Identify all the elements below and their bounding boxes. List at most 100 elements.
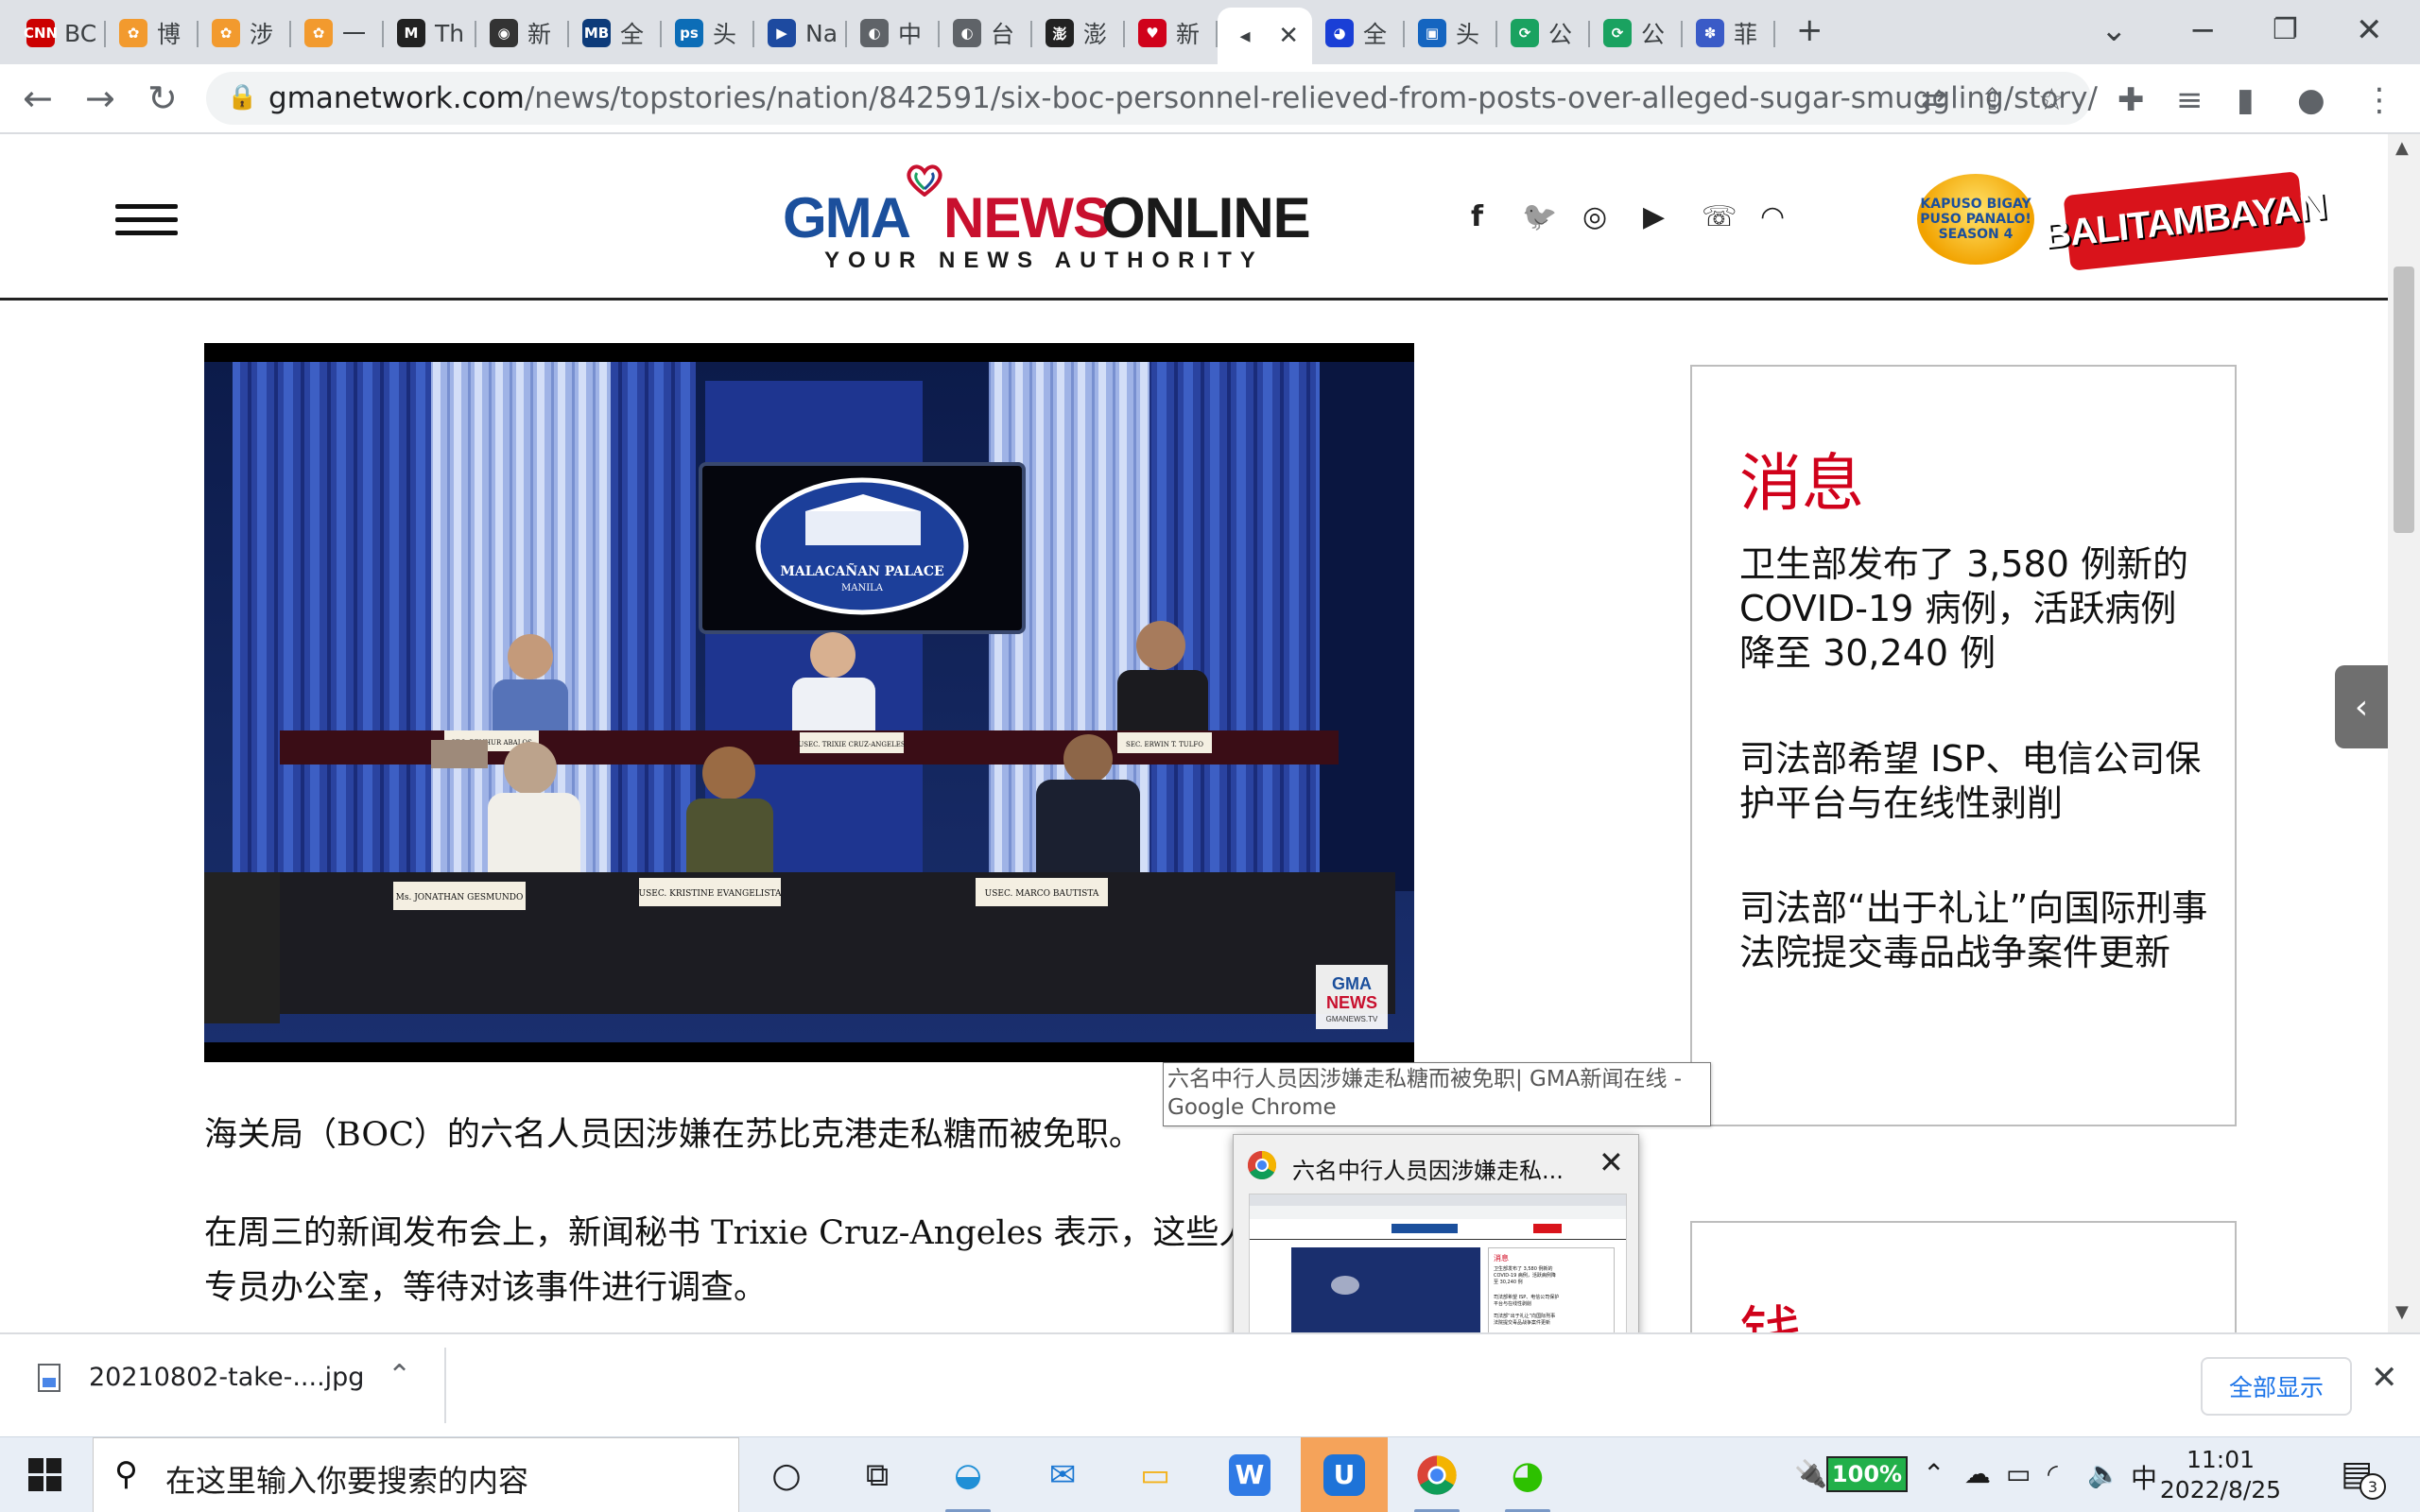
browser-tab[interactable]: ✿ 博 <box>106 9 199 57</box>
sidebar-news-link[interactable]: 司法部希望 ISP、电信公司保护平台与在线性剥削 <box>1739 737 2212 826</box>
wechat-app-icon[interactable]: ◕ <box>1497 1447 1558 1512</box>
preview-mini-heading: 消息 <box>1494 1254 1509 1263</box>
show-all-downloads-button[interactable]: 全部显示 <box>2201 1357 2352 1416</box>
video-player[interactable]: MALACAÑAN PALACE MANILA SEC. BENHUR ABAL… <box>204 343 1414 1062</box>
media-control-icon[interactable]: ≡ <box>2176 81 2204 119</box>
address-bar[interactable]: 🔒 gmanetwork.com/news/topstories/nation/… <box>206 72 2098 125</box>
close-download-shelf-icon[interactable]: ✕ <box>2371 1359 2398 1397</box>
wps-writer-icon[interactable]: W <box>1219 1447 1280 1503</box>
page-scrollbar[interactable]: ▲ ▼ <box>2388 134 2420 1332</box>
tab-close-icon[interactable]: ✕ <box>1278 22 1299 50</box>
system-clock[interactable]: 11:01 2022/8/25 <box>2159 1445 2282 1505</box>
battery-tray-icon[interactable]: ▭ <box>2006 1458 2031 1489</box>
edge-app-icon[interactable]: ◒ <box>938 1447 998 1512</box>
show-hidden-icons-chevron-icon[interactable]: ⌃ <box>1923 1458 1945 1489</box>
tab-favicon-icon: M <box>397 19 425 47</box>
reload-button[interactable]: ↻ <box>147 77 178 119</box>
uc-browser-icon[interactable]: U <box>1301 1437 1388 1512</box>
cortana-icon[interactable]: ○ <box>756 1447 817 1503</box>
mail-app-icon[interactable]: ✉ <box>1032 1447 1093 1503</box>
windows-start-icon[interactable] <box>28 1458 62 1492</box>
article-paragraph-2-line-1: 在周三的新闻发布会上，新闻秘书 Trixie Cruz-Angeles 表示，这… <box>204 1214 1253 1252</box>
browser-tab[interactable]: ✿ 涉 <box>199 9 291 57</box>
task-view-icon[interactable]: ⧉ <box>847 1447 908 1503</box>
tab-favicon-icon: ▣ <box>1418 19 1446 47</box>
youtube-icon[interactable]: ▶ <box>1643 200 1665 233</box>
close-window-button[interactable]: ✕ <box>2356 11 2383 49</box>
onedrive-cloud-icon[interactable]: ☁ <box>1964 1458 1991 1489</box>
translate-icon[interactable]: ⇄ <box>1921 81 1946 117</box>
browser-tab[interactable]: ♥ 新 <box>1125 9 1218 57</box>
wifi-icon[interactable]: ◜ <box>2048 1458 2058 1489</box>
browser-tab[interactable]: ⟳ 公 <box>1497 9 1590 57</box>
browser-tab[interactable]: ▶ Na <box>754 9 847 57</box>
taskbar-search-input[interactable]: ⚲ 在这里输入你要搜索的内容 <box>93 1437 739 1512</box>
rss-icon[interactable]: ◠ <box>1760 200 1785 233</box>
facebook-icon[interactable]: f <box>1471 200 1483 233</box>
tab-title: 涉 <box>250 21 274 48</box>
download-item[interactable]: 20210802-take-....jpg <box>38 1363 364 1392</box>
browser-tab[interactable]: ⟳ 公 <box>1590 9 1683 57</box>
volume-icon[interactable]: 🔈 <box>2087 1458 2120 1489</box>
gma-news-logo[interactable]: GMA NEWS ONLINE YOUR NEWS AUTHORITY <box>783 164 1312 276</box>
new-tab-button[interactable]: + <box>1796 11 1824 49</box>
side-panel-icon[interactable]: ▮ <box>2237 81 2255 119</box>
restore-button[interactable]: ❐ <box>2273 13 2298 46</box>
minimize-button[interactable]: − <box>2189 11 2217 49</box>
extensions-icon[interactable]: ✚ <box>2118 81 2145 119</box>
tab-title: 公 <box>1641 21 1666 48</box>
tab-title: 全 <box>620 21 645 48</box>
scroll-up-arrow-icon[interactable]: ▲ <box>2395 138 2409 158</box>
share-icon[interactable]: ⇪ <box>1979 81 2005 117</box>
logo-online: ONLINE <box>1101 186 1311 249</box>
preview-close-icon[interactable]: ✕ <box>1599 1144 1624 1180</box>
side-drawer-chevron-left-icon[interactable]: ‹ <box>2335 665 2388 748</box>
power-plug-icon[interactable]: 🔌 <box>1794 1458 1827 1489</box>
browser-tab[interactable]: ps 头 <box>662 9 754 57</box>
kapuso-promo-badge[interactable]: KAPUSO BIGAY PUSO PANALO! SEASON 4 <box>1917 174 2034 265</box>
logo-gma: GMA <box>783 186 911 249</box>
nameplate-3: SEC. ERWIN T. TULFO <box>1126 741 1203 748</box>
browser-tab[interactable]: ◕ 全 <box>1312 9 1405 57</box>
menu-icon[interactable] <box>115 204 178 236</box>
tab-title: 菲 <box>1734 21 1758 48</box>
preview-mini-item: 司法部“出于礼让”向国际刑事法院提交毒品战争案件更新 <box>1494 1314 1556 1326</box>
browser-tab[interactable]: ✽ 菲 <box>1683 9 1775 57</box>
browser-tab[interactable]: CNN BC <box>13 9 106 57</box>
balitambayan-logo[interactable]: BALITAMBAYAN <box>2042 171 2327 271</box>
scroll-down-arrow-icon[interactable]: ▼ <box>2395 1302 2409 1322</box>
search-placeholder: 在这里输入你要搜索的内容 <box>165 1463 529 1499</box>
chrome-menu-icon[interactable]: ⋮ <box>2363 81 2395 119</box>
article-paragraph-2: 在周三的新闻发布会上，新闻秘书 Trixie Cruz-Angeles 表示，这… <box>204 1206 1252 1315</box>
bookmark-star-icon[interactable]: ☆ <box>2038 81 2066 117</box>
browser-tab[interactable]: M Th <box>384 9 476 57</box>
chevron-up-icon[interactable]: ⌃ <box>388 1359 411 1392</box>
lock-icon[interactable]: 🔒 <box>227 83 257 112</box>
nameplate-6: USEC. MARCO BAUTISTA <box>985 889 1099 899</box>
battery-indicator[interactable]: 100% <box>1826 1456 1908 1492</box>
instagram-icon[interactable]: ◎ <box>1582 200 1607 233</box>
browser-tab[interactable]: 澎澎 <box>1032 9 1125 57</box>
browser-tab[interactable]: ✿ 一 <box>291 9 384 57</box>
browser-tab[interactable]: ◐ 中 <box>847 9 940 57</box>
browser-tab[interactable]: ◐ 台 <box>940 9 1032 57</box>
preview-mini-item: 卫生部发布了 3,580 例新的 COVID-19 病例，活跃病例降至 30,2… <box>1494 1266 1556 1285</box>
browser-tab[interactable]: ▣ 头 <box>1405 9 1497 57</box>
sidebar-news-link[interactable]: 卫生部发布了 3,580 例新的 COVID-19 病例，活跃病例降至 30,2… <box>1739 542 2212 676</box>
browser-tab[interactable]: ◂ ✕ <box>1218 8 1312 64</box>
scrollbar-thumb[interactable] <box>2394 266 2414 533</box>
browser-tab[interactable]: MB 全 <box>569 9 662 57</box>
tab-search-icon[interactable]: ⌄ <box>2100 11 2128 49</box>
back-button[interactable]: ← <box>23 77 53 119</box>
sidebar-news-link[interactable]: 司法部“出于礼让”向国际刑事法院提交毒品战争案件更新 <box>1739 886 2212 975</box>
ime-indicator[interactable]: 中 <box>2131 1458 2157 1496</box>
profile-avatar-icon[interactable]: ● <box>2297 81 2325 119</box>
browser-tab[interactable]: ◉ 新 <box>476 9 569 57</box>
file-explorer-icon[interactable]: ▭ <box>1125 1447 1185 1503</box>
url-text[interactable]: gmanetwork.com/news/topstories/nation/84… <box>268 81 2098 115</box>
phone-icon[interactable]: ☏ <box>1702 200 1737 233</box>
twitter-icon[interactable]: 🐦 <box>1522 200 1557 233</box>
chrome-app-icon[interactable] <box>1407 1447 1467 1512</box>
forward-button[interactable]: → <box>85 77 115 119</box>
tooltip-line-2: Google Chrome <box>1167 1095 1337 1120</box>
